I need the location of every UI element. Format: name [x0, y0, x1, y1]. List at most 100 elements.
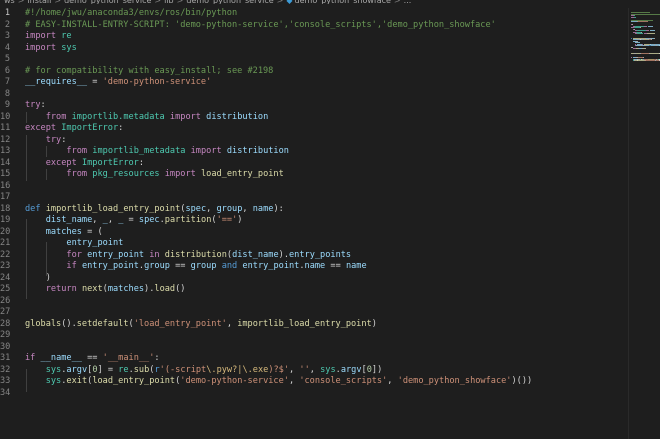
code-line[interactable]: 7 __requires__ = 'demo-python-service' [0, 77, 628, 89]
code-line[interactable]: 14 except ImportError: [0, 158, 628, 170]
code-token: group [216, 203, 243, 214]
breadcrumb-item[interactable]: install [27, 0, 51, 4]
minimap[interactable] [629, 8, 660, 439]
code-line[interactable]: 30 [0, 342, 628, 354]
code-line[interactable]: 18 def importlib_load_entry_point(spec, g… [0, 204, 628, 216]
code-line[interactable]: 20 matches = ( [0, 227, 628, 239]
code-line[interactable]: 15 from pkg_resources import load_entry_… [0, 169, 628, 181]
line-number: 26 [0, 295, 11, 306]
code-token: next [81, 284, 103, 294]
code-token: load [154, 284, 176, 294]
code-line[interactable]: 31 if __name__ == '__main__': [0, 353, 628, 365]
code-line[interactable]: 3 import re [0, 31, 628, 43]
code-line[interactable]: 11 except ImportError: [0, 123, 628, 135]
code-line[interactable]: 19 dist_name, _, _ = spec.partition('=='… [0, 215, 628, 227]
line-number: 8 [4, 88, 10, 99]
breadcrumb: _ws>install>demo_python_service>lib>demo… [0, 0, 660, 4]
code-token: globals [25, 318, 62, 329]
minimap-token [631, 16, 634, 18]
code-line[interactable]: 27 [0, 307, 628, 319]
code-editor[interactable]: 1 #!/home/jwu/anaconda3/envs/ros/bin/pyth… [0, 8, 628, 439]
code-token: and [221, 261, 238, 271]
breadcrumb-item[interactable]: demo_python_service [64, 0, 151, 4]
minimap-token [645, 60, 656, 61]
code-line[interactable]: 33 sys.exit(load_entry_point('demo-pytho… [0, 376, 628, 388]
code-line[interactable]: 22 for entry_point in distribution(dist_… [0, 250, 628, 262]
breadcrumb-item[interactable]: demo_python_showface [295, 0, 391, 4]
code-token: try [45, 134, 62, 145]
code-line[interactable]: 8 [0, 89, 628, 101]
line-number: 23 [0, 261, 11, 271]
code-line[interactable]: 25 return next(matches).load() [0, 284, 628, 296]
code-line[interactable]: 1 #!/home/jwu/anaconda3/envs/ros/bin/pyth… [0, 8, 628, 20]
code-line[interactable]: 29 [0, 330, 628, 342]
code-text: import sys [25, 43, 77, 55]
code-line[interactable]: 21 entry_point [0, 238, 628, 250]
code-token: : [61, 134, 67, 145]
breadcrumb-item[interactable]: ... [404, 0, 412, 4]
code-token: group [190, 261, 217, 271]
code-line[interactable]: 17 [0, 192, 628, 204]
code-line[interactable]: 4 import sys [0, 43, 628, 55]
code-token: importlib_load_entry_point [45, 203, 181, 214]
code-line[interactable]: 34 [0, 388, 628, 400]
code-line[interactable]: 5 [0, 54, 628, 66]
code-line[interactable]: 16 [0, 181, 628, 193]
code-token: in [149, 249, 160, 260]
code-token: except [25, 123, 57, 133]
code-line[interactable]: 12 try: [0, 135, 628, 147]
code-token: argv [340, 364, 362, 375]
line-number: 24 [0, 272, 11, 283]
line-number: 9 [4, 100, 10, 110]
code-token: setdefault [76, 318, 129, 329]
code-token: , [288, 376, 300, 386]
code-token: #!/home/jwu/anaconda3/envs/ros/bin/pytho… [25, 8, 238, 18]
code-token: : [118, 123, 124, 133]
breadcrumb-item[interactable]: _ws [0, 0, 15, 4]
line-number: 34 [0, 387, 11, 398]
code-line[interactable]: 23 if entry_point.group == group and ent… [0, 261, 628, 273]
code-token: import [169, 111, 201, 122]
line-number: 29 [0, 330, 11, 340]
line-number: 17 [0, 192, 11, 202]
minimap-token [649, 30, 656, 31]
code-text: from importlib.metadata import distribut… [25, 111, 269, 124]
code-line[interactable]: 13 from importlib_metadata import distri… [0, 146, 628, 158]
code-line[interactable]: 10 from importlib.metadata import distri… [0, 112, 628, 124]
line-number: 21 [0, 238, 11, 248]
code-token: ): [273, 203, 284, 214]
code-line[interactable]: 28 globals().setdefault('load_entry_point… [0, 319, 628, 331]
minimap-token [631, 13, 660, 15]
code-token: = [87, 77, 103, 87]
code-token: sys [45, 364, 62, 375]
code-token: '(-script [159, 364, 207, 375]
line-number: 18 [0, 203, 11, 214]
code-line[interactable]: 24 ) [0, 273, 628, 285]
breadcrumb-item[interactable]: lib [164, 0, 174, 4]
code-token: except [45, 157, 77, 168]
code-token: == [81, 353, 103, 363]
code-text: entry_point [25, 238, 123, 250]
code-line[interactable]: 32 sys.argv[0] = re.sub(r'(-script\.pyw?… [0, 365, 628, 377]
code-token: matches [45, 226, 82, 237]
line-number: 28 [0, 318, 11, 329]
code-token: ) [25, 272, 51, 283]
code-line[interactable]: 26 [0, 296, 628, 308]
code-token: entry_point [66, 238, 124, 248]
code-text: dist_name, _, _ = spec.partition('==') [25, 215, 243, 227]
code-line[interactable]: 6 # for compatibility with easy_install; … [0, 66, 628, 78]
code-line[interactable]: 2 # EASY-INSTALL-ENTRY-SCRIPT: 'demo-pyth… [0, 20, 628, 32]
code-line[interactable]: 9 try: [0, 100, 628, 112]
breadcrumb-item[interactable]: demo_python_service [186, 0, 273, 4]
breadcrumb-separator: > [18, 0, 25, 4]
code-token: from [45, 111, 67, 122]
code-token: , [226, 318, 238, 329]
code-token: try [25, 100, 41, 110]
line-number: 12 [0, 134, 11, 145]
line-number: 6 [4, 65, 10, 76]
